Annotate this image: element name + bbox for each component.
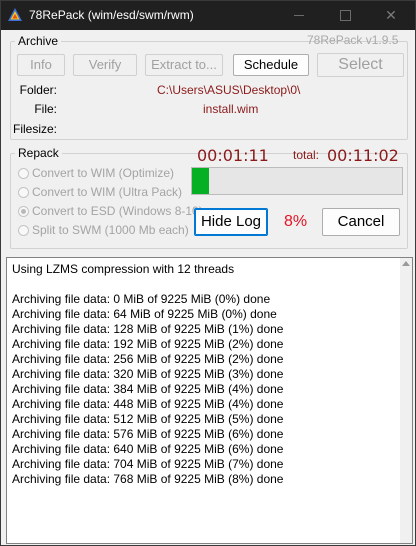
log-line: Archiving file data: 448 MiB of 9225 MiB… <box>12 397 284 411</box>
log-line: Archiving file data: 128 MiB of 9225 MiB… <box>12 322 284 336</box>
log-line: Archiving file data: 384 MiB of 9225 MiB… <box>12 382 284 396</box>
archive-group-label: Archive <box>15 34 62 48</box>
info-button[interactable]: Info <box>17 54 65 76</box>
version-label: 78RePack v1.9.5 <box>307 33 399 47</box>
log-lines: Using LZMS compression with 12 threads Ar… <box>12 262 398 487</box>
radio-button[interactable] <box>18 187 29 198</box>
close-icon[interactable]: ✕ <box>368 1 414 30</box>
radio-button[interactable] <box>18 225 29 236</box>
app-icon <box>8 8 22 21</box>
filesize-label: Filesize: <box>12 122 57 136</box>
hide-log-button[interactable]: Hide Log <box>194 208 268 236</box>
progress-bar <box>191 167 403 195</box>
option-wim-optimize[interactable]: Convert to WIM (Optimize) <box>18 166 174 180</box>
log-line: Archiving file data: 640 MiB of 9225 MiB… <box>12 442 284 456</box>
radio-button-selected[interactable] <box>18 206 29 217</box>
cancel-button[interactable]: Cancel <box>322 208 400 236</box>
option-label: Split to SWM (1000 Mb each) <box>32 223 189 237</box>
option-label: Convert to WIM (Ultra Pack) <box>32 185 183 199</box>
log-line: Archiving file data: 192 MiB of 9225 MiB… <box>12 337 284 351</box>
option-esd[interactable]: Convert to ESD (Windows 8-10) <box>18 204 203 218</box>
option-wim-ultra[interactable]: Convert to WIM (Ultra Pack) <box>18 185 182 199</box>
log-line: Archiving file data: 256 MiB of 9225 MiB… <box>12 352 284 366</box>
minimize-icon[interactable] <box>276 1 322 30</box>
total-time: 00:11:02 <box>327 146 399 165</box>
folder-label: Folder: <box>19 83 57 97</box>
repack-group-label: Repack <box>15 146 62 160</box>
file-name: install.wim <box>203 102 259 116</box>
option-label: Convert to ESD (Windows 8-10) <box>32 204 203 218</box>
log-line: Archiving file data: 0 MiB of 9225 MiB (… <box>12 292 271 306</box>
option-label: Convert to WIM (Optimize) <box>32 166 175 180</box>
log-line: Archiving file data: 576 MiB of 9225 MiB… <box>12 427 284 441</box>
window-title: 78RePack (wim/esd/swm/rwm) <box>29 8 194 22</box>
log-line: Archiving file data: 64 MiB of 9225 MiB … <box>12 307 277 321</box>
log-line: Archiving file data: 320 MiB of 9225 MiB… <box>12 367 284 381</box>
title-bar[interactable]: 78RePack (wim/esd/swm/rwm) ✕ <box>1 1 415 30</box>
progress-bar-fill <box>192 168 209 194</box>
log-line: Archiving file data: 704 MiB of 9225 MiB… <box>12 457 284 471</box>
elapsed-time: 00:01:11 <box>197 146 269 165</box>
log-line: Archiving file data: 512 MiB of 9225 MiB… <box>12 412 284 426</box>
verify-button[interactable]: Verify <box>73 54 137 76</box>
log-line: Archiving file data: 768 MiB of 9225 MiB… <box>12 472 284 486</box>
option-swm-split[interactable]: Split to SWM (1000 Mb each) <box>18 223 189 237</box>
folder-path: C:\Users\ASUS\Desktop\0\ <box>157 83 301 97</box>
log-line: Using LZMS compression with 12 threads <box>12 262 235 276</box>
file-label: File: <box>34 102 57 116</box>
schedule-button[interactable]: Schedule <box>233 54 309 76</box>
log-output[interactable]: Using LZMS compression with 12 threads Ar… <box>6 257 413 544</box>
maximize-icon[interactable] <box>322 1 368 30</box>
log-scrollbar[interactable] <box>400 258 412 543</box>
progress-percent: 8% <box>284 213 308 230</box>
radio-button[interactable] <box>18 168 29 179</box>
scroll-up-arrow-icon[interactable] <box>402 261 410 266</box>
total-label: total: <box>293 148 320 162</box>
app-window: 78RePack (wim/esd/swm/rwm) ✕ Archive 78R… <box>0 0 416 546</box>
select-button[interactable]: Select <box>317 53 404 77</box>
extract-to-button[interactable]: Extract to... <box>145 54 223 76</box>
